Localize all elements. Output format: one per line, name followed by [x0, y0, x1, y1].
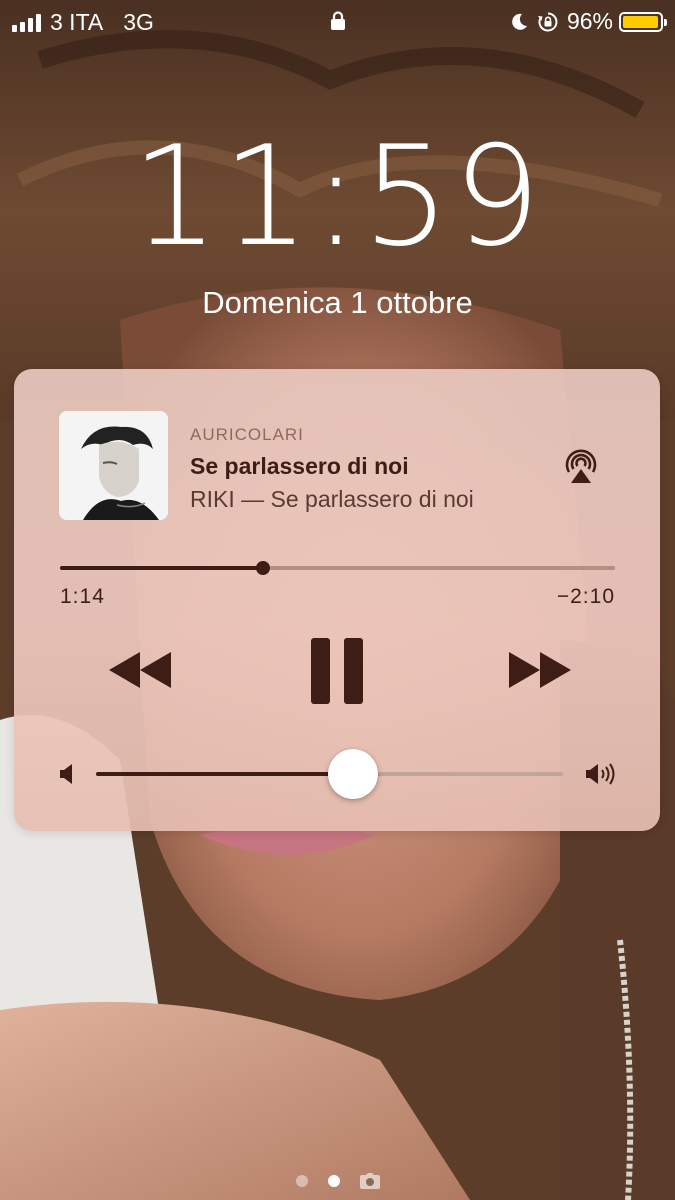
rewind-icon: [109, 652, 171, 688]
volume-slider[interactable]: [96, 749, 563, 799]
fast-forward-icon: [509, 652, 571, 688]
audio-route-label: AURICOLARI: [190, 425, 304, 444]
rotation-lock-icon: [537, 11, 559, 33]
playback-progress-fill: [60, 566, 264, 570]
now-playing-widget: AURICOLARI Se parlassero di noi RIKI — S…: [14, 369, 660, 831]
page-dot[interactable]: [295, 1175, 308, 1187]
camera-icon[interactable]: [359, 1173, 380, 1189]
lock-screen-time: 11:59: [131, 116, 544, 277]
pause-icon: [311, 638, 363, 704]
track-title: Se parlassero di noi: [190, 453, 409, 479]
status-bar: 3 ITA 3G 96%: [0, 0, 675, 44]
page-dot[interactable]: [327, 1175, 340, 1187]
fast-forward-button[interactable]: [502, 647, 578, 693]
lock-icon: [330, 10, 346, 37]
airplay-icon[interactable]: [559, 445, 603, 489]
network-type: 3G: [123, 9, 154, 35]
page-indicator: [0, 1173, 675, 1189]
pause-button[interactable]: [306, 635, 368, 707]
battery-percentage: 96%: [566, 8, 613, 34]
playback-scrubber-knob[interactable]: [256, 561, 271, 575]
lock-screen-date: Domenica 1 ottobre: [202, 285, 473, 320]
carrier-name: 3 ITA: [50, 9, 104, 35]
remaining-time: −2:10: [556, 585, 615, 608]
moon-icon: [509, 12, 529, 32]
signal-icon: [12, 13, 41, 32]
elapsed-time: 1:14: [60, 585, 105, 608]
volume-slider-knob[interactable]: [327, 749, 378, 799]
battery-icon: [619, 11, 667, 32]
volume-level-fill: [96, 772, 353, 776]
album-artwork[interactable]: [59, 411, 168, 520]
playback-scrubber[interactable]: [60, 561, 615, 575]
volume-min-icon: [58, 762, 78, 786]
artist-album-subtitle: RIKI — Se parlassero di noi: [190, 486, 474, 512]
volume-max-icon: [584, 762, 618, 786]
rewind-button[interactable]: [102, 647, 178, 693]
